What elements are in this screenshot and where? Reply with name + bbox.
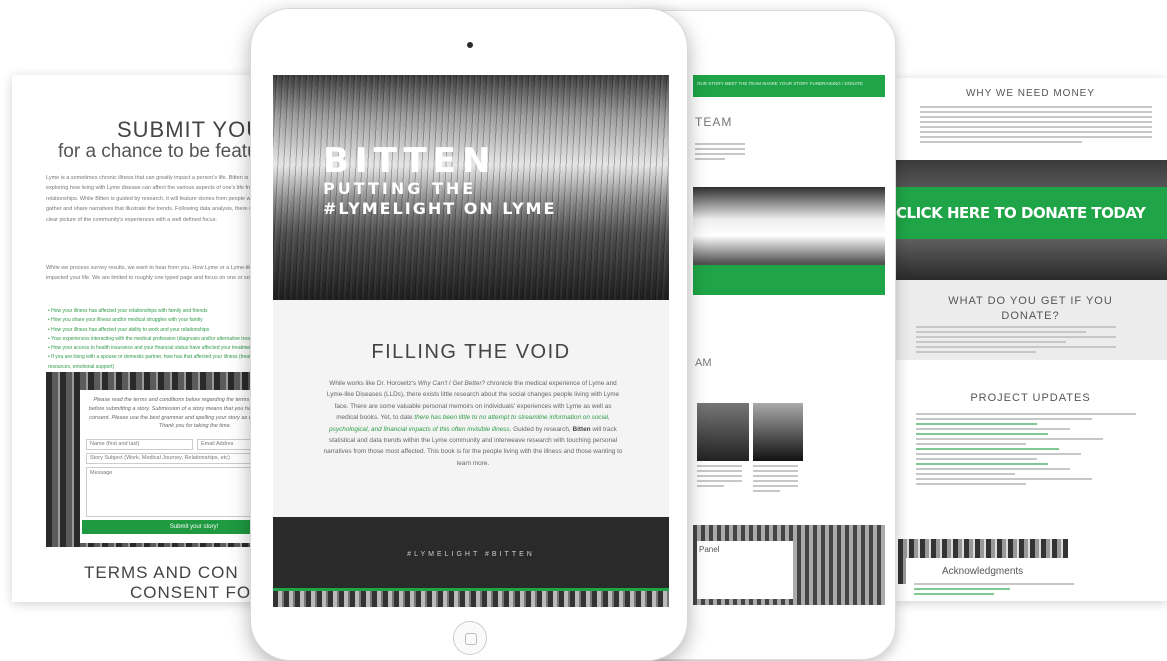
hero-subtitle: PUTTING THE (323, 179, 477, 198)
team-subheading: AM (695, 357, 712, 369)
team-heading: TEAM (695, 115, 733, 129)
team-intro (695, 143, 745, 163)
project-updates-heading: PROJECT UPDATES (970, 392, 1091, 404)
terms-heading: TERMS AND CON (84, 563, 239, 582)
what-you-get-heading-line2: DONATE? (1001, 310, 1060, 322)
donate-button[interactable]: CLICK HERE TO DONATE TODAY (896, 204, 1146, 222)
acknowledgments-heading: Acknowledgments (942, 566, 1024, 577)
team-member-bio (697, 465, 742, 490)
team-page-screen: OUR STORY MEET THE TEAM SHARE YOUR STORY… (693, 75, 885, 605)
book-title: Why Can't I Get Better? (417, 380, 486, 387)
bottom-image-strip (273, 591, 669, 607)
panel-heading: Panel (699, 545, 720, 554)
home-button[interactable] (453, 621, 487, 655)
fundraising-page: WHY WE NEED MONEY CLICK HERE TO DONATE T… (894, 78, 1167, 601)
hero-title: BITTEN (323, 141, 497, 181)
team-member-bio (753, 465, 798, 495)
section-title: FILLING THE VOID (371, 341, 571, 363)
submit-subtitle: for a chance to be featu (58, 141, 258, 162)
front-ipad-device: BITTEN PUTTING THE #LYMELIGHT ON LYME FI… (250, 8, 688, 661)
section-body: While works like Dr. Horowitz's Why Can'… (323, 380, 623, 467)
acknowledgments-list (914, 583, 1074, 598)
money-paragraph (920, 106, 1152, 146)
terms-heading-line2: CONSENT FO (130, 583, 252, 602)
team-member-photo (697, 403, 749, 461)
home-page-screen: BITTEN PUTTING THE #LYMELIGHT ON LYME FI… (273, 75, 669, 607)
name-field[interactable]: Name (first and last) (86, 439, 193, 450)
hashtags: #LYMELIGHT #BITTEN (407, 551, 535, 558)
team-member-photo (753, 403, 803, 461)
site-nav[interactable]: OUR STORY MEET THE TEAM SHARE YOUR STORY… (693, 75, 885, 97)
what-you-get-heading: WHAT DO YOU GET IF YOU (948, 295, 1113, 307)
updates-list (916, 413, 1136, 488)
meeting-green-band (693, 265, 885, 295)
rewards-list (916, 326, 1116, 356)
hero-subtitle-line2: #LYMELIGHT ON LYME (323, 199, 557, 218)
money-heading: WHY WE NEED MONEY (965, 88, 1096, 99)
camera-icon (467, 42, 473, 48)
